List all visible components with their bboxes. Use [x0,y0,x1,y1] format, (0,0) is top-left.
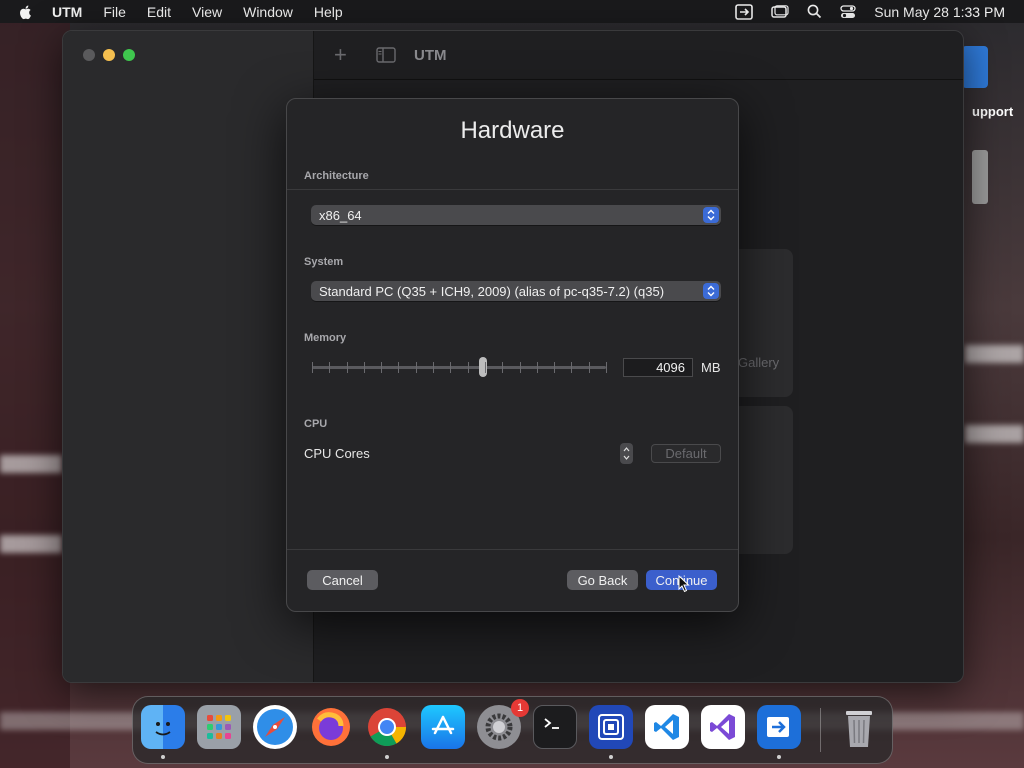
slider-tick [398,362,400,373]
close-window-button[interactable] [83,49,95,61]
system-label: System [304,256,344,268]
utm-icon[interactable] [589,705,633,749]
sidebar-toggle-icon[interactable] [376,47,396,63]
slider-tick [588,362,590,373]
safari-icon[interactable] [253,705,297,749]
divider [287,549,738,550]
menu-app-name[interactable]: UTM [52,4,82,20]
system-value: Standard PC (Q35 + ICH9, 2009) (alias of… [319,283,665,299]
cpu-cores-stepper[interactable] [620,443,633,464]
menu-bar: UTM File Edit View Window Help Sun May 2… [0,0,1024,23]
dock-separator [820,708,821,752]
slider-tick [450,362,452,373]
migration-icon[interactable] [757,705,801,749]
dock-running-indicator [385,755,389,759]
cpu-cores-label: CPU Cores [304,446,370,461]
menu-clock[interactable]: Sun May 28 1:33 PM [874,4,1005,20]
terminal-icon[interactable] [533,705,577,749]
slider-tick [536,362,538,373]
memory-unit: MB [701,360,721,375]
desktop-support-label: upport [972,104,1014,119]
finder-icon[interactable] [141,705,185,749]
go-back-button[interactable]: Go Back [567,570,638,590]
divider [287,189,738,190]
architecture-label: Architecture [304,170,369,182]
system-select[interactable]: Standard PC (Q35 + ICH9, 2009) (alias of… [311,281,721,301]
slider-tick [519,362,521,373]
chrome-icon[interactable] [365,705,409,749]
dock-running-indicator [161,755,165,759]
slider-tick [346,362,348,373]
vscode-icon[interactable] [645,705,689,749]
slider-tick [484,362,486,373]
memory-input[interactable]: 4096 [623,358,693,377]
dock-running-indicator [777,755,781,759]
utm-sidebar [63,31,314,682]
utm-toolbar: + UTM [314,31,963,80]
menu-help[interactable]: Help [314,4,343,20]
minimize-window-button[interactable] [103,49,115,61]
wallpaper-rope [0,535,62,553]
desktop-drive-icon[interactable] [972,150,988,204]
gallery-label: Gallery [738,355,780,370]
slider-tick [381,362,383,373]
slider-tick [467,362,469,373]
app-store-icon[interactable] [421,705,465,749]
slider-tick [329,362,331,373]
cpu-label: CPU [304,418,328,430]
migration-status-icon[interactable] [735,3,754,20]
cancel-button[interactable]: Cancel [307,570,378,590]
firefox-icon[interactable] [309,705,353,749]
slider-tick [312,362,313,373]
cpu-default-button[interactable]: Default [651,444,721,463]
wallpaper-rope [0,455,62,473]
wallpaper-shape [0,0,70,768]
window-controls [83,49,135,61]
trash-icon[interactable] [837,705,881,749]
memory-label: Memory [304,332,347,344]
slider-tick [554,362,556,373]
zoom-window-button[interactable] [123,49,135,61]
control-center-icon[interactable] [840,4,856,19]
slider-tick [502,362,504,373]
menu-view[interactable]: View [192,4,222,20]
desktop-app-icon[interactable] [962,46,988,88]
utm-window-title: UTM [414,46,447,64]
dock: 1 [132,696,893,764]
slider-tick [433,362,435,373]
add-vm-icon[interactable]: + [334,42,354,68]
architecture-select[interactable]: x86_64 [311,205,721,225]
slider-tick [363,362,365,373]
slider-tick [571,362,573,373]
settings-icon[interactable]: 1 [477,699,529,749]
chevron-updown-icon [703,207,719,223]
memory-slider[interactable] [312,366,606,369]
screen-mirroring-icon[interactable] [771,4,789,19]
menu-file[interactable]: File [103,4,126,20]
notification-badge: 1 [511,699,529,717]
sheet-title: Hardware [460,117,565,144]
slider-tick [415,362,417,373]
wallpaper-rope [965,345,1024,363]
mouse-cursor-icon [678,575,690,593]
launchpad-icon[interactable] [197,705,241,749]
hardware-sheet: Hardware Architecture x86_64 System Stan… [286,98,739,612]
spotlight-search-icon[interactable] [807,4,822,19]
menu-window[interactable]: Window [243,4,293,20]
slider-tick [606,362,607,373]
menu-edit[interactable]: Edit [147,4,171,20]
wallpaper-rope [965,425,1024,443]
visual-studio-icon[interactable] [701,705,745,749]
apple-menu-icon[interactable] [18,4,34,20]
architecture-value: x86_64 [319,207,362,223]
chevron-updown-icon [703,283,719,299]
dock-running-indicator [609,755,613,759]
